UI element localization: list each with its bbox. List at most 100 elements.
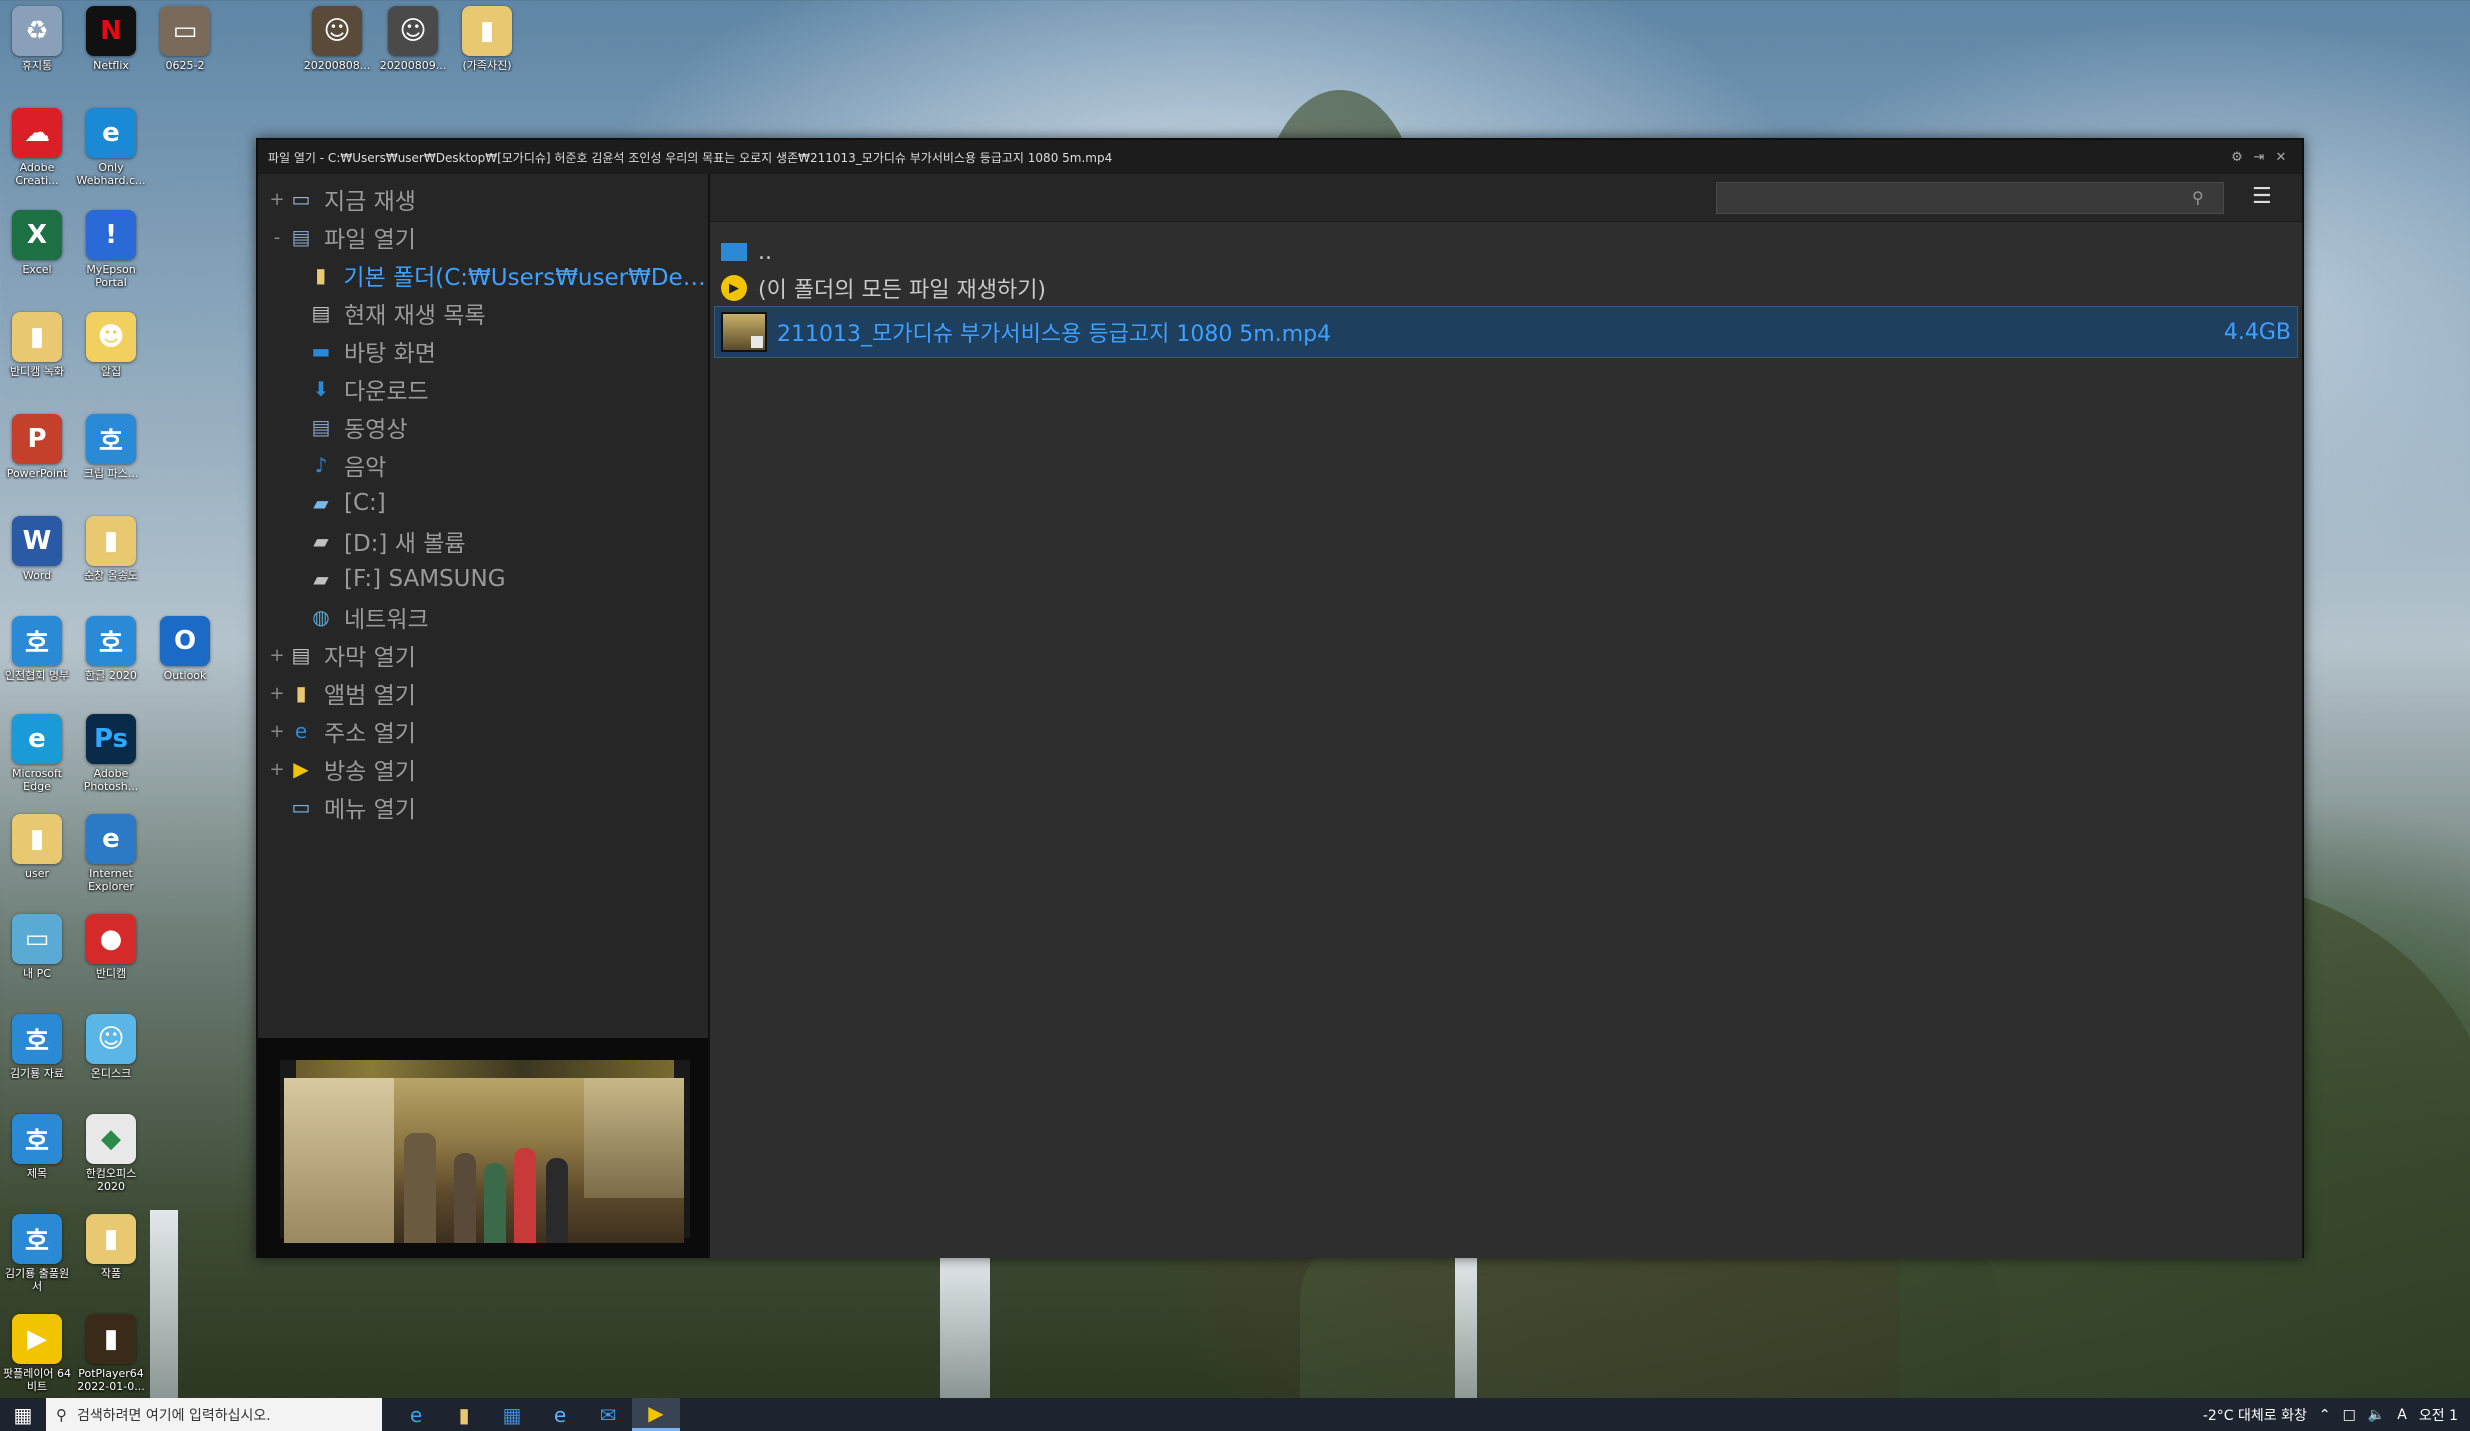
weather-widget[interactable]: -2°C 대체로 화창 (2203, 1405, 2307, 1425)
expand-icon[interactable]: + (268, 759, 286, 780)
tree-item[interactable]: + e 주소 열기 (258, 712, 708, 750)
expand-icon[interactable]: + (268, 721, 286, 742)
tree-item[interactable]: ▭ 메뉴 열기 (258, 788, 708, 826)
window-titlebar[interactable]: 파일 열기 - C:₩Users₩user₩Desktop₩[모가디슈] 허준호… (258, 140, 2302, 174)
desktop-icon[interactable]: 호 김기룡 자료 (0, 1014, 74, 1080)
desktop-icon[interactable]: ☺ 온디스크 (74, 1014, 148, 1080)
expand-icon[interactable]: + (268, 645, 286, 666)
file-row[interactable]: 211013_모가디슈 부가서비스용 등급고지 1080 5m.mp4 4.4GB (714, 306, 2298, 358)
tree-item[interactable]: ▰ [C:] (258, 484, 708, 522)
pin-icon[interactable]: ⇥ (2248, 150, 2270, 165)
tree-item-icon: e (294, 719, 308, 743)
tray-chevron-up-icon[interactable]: ⌃ (2319, 1407, 2331, 1423)
taskbar-potplayer-icon[interactable]: ▶ (632, 1398, 680, 1431)
tree-item[interactable]: ▰ [D:] 새 볼륨 (258, 522, 708, 560)
desktop-app-icon: ● (86, 914, 136, 964)
desktop-icon[interactable]: ▭ 내 PC (0, 914, 74, 980)
taskbar-mail-icon[interactable]: ✉ (584, 1398, 632, 1431)
desktop-icon[interactable]: ☺ 20200808... (300, 6, 374, 72)
parent-folder-row[interactable]: .. (714, 234, 2298, 270)
hamburger-menu-icon[interactable]: ☰ (2252, 184, 2272, 209)
desktop-icon[interactable]: X Excel (0, 210, 74, 276)
tree-item-label: [F:] SAMSUNG (344, 566, 506, 592)
desktop-icon[interactable]: ▭ 0625-2 (148, 6, 222, 72)
desktop-icon[interactable]: e Only Webhard.c... (74, 108, 148, 187)
desktop-icon[interactable]: 호 크립 파스... (74, 414, 148, 480)
tree-item[interactable]: ▤ 현재 재생 목록 (258, 294, 708, 332)
desktop-icon[interactable]: W Word (0, 516, 74, 582)
tree-item[interactable]: ◍ 네트워크 (258, 598, 708, 636)
taskbar-search-box[interactable]: ⚲ 검색하려면 여기에 입력하십시오. (46, 1398, 382, 1431)
desktop-app-icon: ▮ (86, 1314, 136, 1364)
desktop-icon[interactable]: N Netflix (74, 6, 148, 72)
expand-icon[interactable]: + (268, 683, 286, 704)
desktop-icon[interactable]: ● 반디캠 (74, 914, 148, 980)
play-icon: ▶ (718, 274, 750, 302)
tree-item-icon: ▤ (311, 415, 331, 439)
desktop-icon[interactable]: ▮ PotPlayer64 2022-01-0... (74, 1314, 148, 1393)
desktop-icon[interactable]: ! MyEpson Portal (74, 210, 148, 289)
desktop-app-icon: P (12, 414, 62, 464)
tree-item[interactable]: ⬇ 다운로드 (258, 370, 708, 408)
desktop-icon[interactable]: ▶ 팟플레이어 64 비트 (0, 1314, 74, 1393)
desktop-icon-label: 휴지통 (21, 59, 53, 72)
expand-icon[interactable]: + (268, 189, 286, 210)
ime-indicator[interactable]: A (2397, 1407, 2407, 1423)
background-waterfall (1455, 1258, 1477, 1398)
start-button[interactable]: ▦ (0, 1398, 46, 1431)
tree-item-label: 메뉴 열기 (324, 797, 416, 823)
search-icon[interactable]: ⚲ (2192, 188, 2204, 207)
taskbar-ie-icon[interactable]: e (536, 1398, 584, 1431)
desktop-icon[interactable]: ▮ user (0, 814, 74, 880)
desktop-icon[interactable]: ◆ 한컴오피스 2020 (74, 1114, 148, 1193)
tree-item[interactable]: ♪ 음악 (258, 446, 708, 484)
taskbar-store-icon[interactable]: ▦ (488, 1398, 536, 1431)
clock[interactable]: 오전 1 (2419, 1405, 2458, 1425)
desktop-icon[interactable]: e Internet Explorer (74, 814, 148, 893)
desktop-icon[interactable]: ☁ Adobe Creati... (0, 108, 74, 187)
play-all-row[interactable]: ▶ (이 폴더의 모든 파일 재생하기) (714, 270, 2298, 306)
network-icon[interactable]: □ (2343, 1407, 2356, 1423)
tree-item-label: 방송 열기 (324, 759, 416, 785)
close-icon[interactable]: ✕ (2270, 150, 2292, 165)
tree-item-label: 바탕 화면 (344, 341, 436, 367)
desktop-icon[interactable]: ▮ (가족사진) (450, 6, 524, 72)
settings-icon[interactable]: ⚙ (2226, 150, 2248, 165)
volume-icon[interactable]: 🔈 (2368, 1407, 2385, 1423)
tree-item-icon: ▬ (311, 339, 331, 363)
tree-item[interactable]: + ▤ 자막 열기 (258, 636, 708, 674)
desktop-icon-label: 팟플레이어 64 비트 (2, 1367, 72, 1393)
desktop-icon[interactable]: P PowerPoint (0, 414, 74, 480)
system-tray: -2°C 대체로 화창 ⌃ □ 🔈 A 오전 1 (2203, 1405, 2470, 1425)
desktop-app-icon: ▮ (12, 814, 62, 864)
collapse-icon[interactable]: - (268, 227, 286, 248)
tree-item[interactable]: + ▭ 지금 재생 (258, 180, 708, 218)
desktop-icon-label: 온디스크 (90, 1067, 132, 1080)
tree-item[interactable]: ▮ 기본 폴더(C:₩Users₩user₩Des... (258, 256, 708, 294)
desktop-icon[interactable]: O Outlook (148, 616, 222, 682)
desktop-icon[interactable]: ▮ 순창 올송도 (74, 516, 148, 582)
desktop-icon[interactable]: 호 한글 2020 (74, 616, 148, 682)
taskbar-explorer-icon[interactable]: ▮ (440, 1398, 488, 1431)
desktop-icon-label: Internet Explorer (88, 867, 134, 893)
desktop-icon[interactable]: Ps Adobe Photosh... (74, 714, 148, 793)
desktop-icon[interactable]: 호 김기룡 출품원서 (0, 1214, 74, 1293)
search-input[interactable] (1716, 182, 2224, 214)
tree-item[interactable]: + ▮ 앨범 열기 (258, 674, 708, 712)
desktop-icon[interactable]: ▮ 작품 (74, 1214, 148, 1280)
tree-item[interactable]: + ▶ 방송 열기 (258, 750, 708, 788)
tree-item[interactable]: ▬ 바탕 화면 (258, 332, 708, 370)
tree-item[interactable]: ▰ [F:] SAMSUNG (258, 560, 708, 598)
desktop-app-icon: ! (86, 210, 136, 260)
taskbar-edge-icon[interactable]: e (392, 1398, 440, 1431)
desktop-icon[interactable]: e Microsoft Edge (0, 714, 74, 793)
desktop-icon[interactable]: ☺ 20200809... (376, 6, 450, 72)
desktop-icon[interactable]: 호 인천협회 명부 (0, 616, 74, 682)
tree-item-icon: ▶ (293, 757, 309, 781)
desktop-icon[interactable]: ▮ 반디캠 녹화 (0, 312, 74, 378)
desktop-icon[interactable]: ♻ 휴지통 (0, 6, 74, 72)
desktop-icon[interactable]: 호 제목 (0, 1114, 74, 1180)
desktop-icon[interactable]: ☻ 알집 (74, 312, 148, 378)
tree-item[interactable]: - ▤ 파일 열기 (258, 218, 708, 256)
tree-item[interactable]: ▤ 동영상 (258, 408, 708, 446)
